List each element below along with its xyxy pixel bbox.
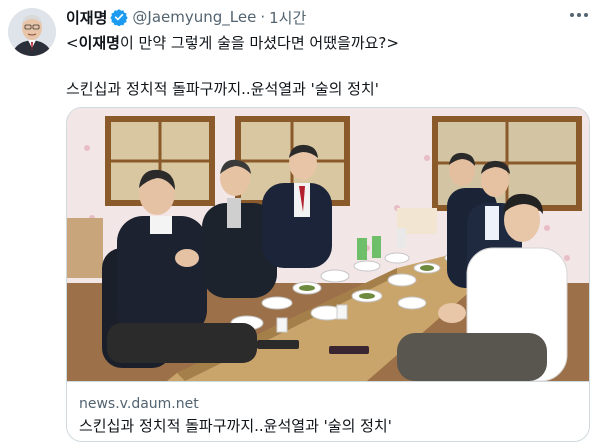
card-photo bbox=[67, 108, 589, 381]
header-separator: · bbox=[260, 8, 266, 26]
tweet-header: 이재명 @Jaemyung_Lee · 1시간 bbox=[66, 6, 592, 28]
tweet-timestamp[interactable]: 1시간 bbox=[269, 7, 306, 28]
user-handle[interactable]: @Jaemyung_Lee bbox=[132, 8, 256, 26]
tweet-text-line-2: 스킨십과 정치적 돌파구까지..윤석열과 '술의 정치' bbox=[66, 80, 379, 98]
avatar-photo bbox=[8, 8, 56, 56]
text-prefix: < bbox=[66, 34, 79, 52]
more-dot bbox=[577, 13, 581, 17]
card-domain: news.v.daum.net bbox=[79, 396, 199, 412]
link-preview-card[interactable]: news.v.daum.net 스킨십과 정치적 돌파구까지..윤석열과 '술의… bbox=[66, 107, 590, 442]
tweet[interactable]: 이재명 @Jaemyung_Lee · 1시간 <이재명이 만약 그렇게 술을 … bbox=[66, 6, 592, 442]
tweet-text-line-1: <이재명이 만약 그렇게 술을 마셨다면 어땠을까요?> bbox=[66, 32, 592, 54]
card-title: 스킨십과 정치적 돌파구까지..윤석열과 '술의 정치' bbox=[79, 417, 392, 435]
card-meta: news.v.daum.net 스킨십과 정치적 돌파구까지..윤석열과 '술의… bbox=[67, 381, 589, 441]
text-bold-name: 이재명 bbox=[78, 34, 120, 52]
more-options-icon[interactable] bbox=[568, 8, 590, 22]
more-dot bbox=[570, 13, 574, 17]
avatar[interactable] bbox=[8, 8, 56, 56]
verified-badge-icon bbox=[110, 8, 129, 27]
display-name[interactable]: 이재명 bbox=[66, 7, 107, 28]
text-rest: 이 만약 그렇게 술을 마셨다면 어땠을까요?> bbox=[119, 34, 399, 52]
more-dot bbox=[584, 13, 588, 17]
